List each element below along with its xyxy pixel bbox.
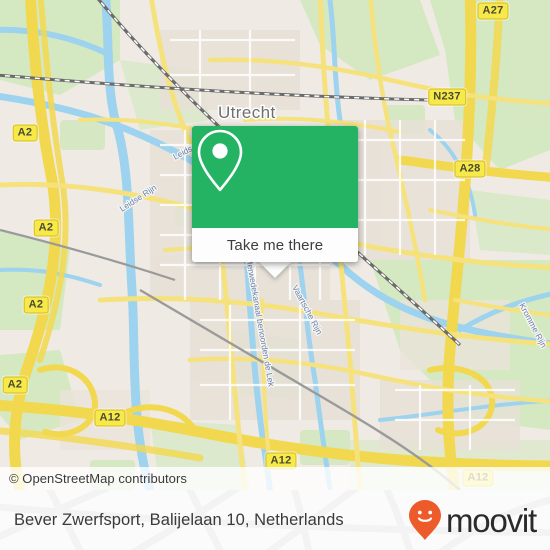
map-label-city: Utrecht bbox=[218, 103, 276, 122]
road-shield-a27: A27 bbox=[477, 2, 509, 20]
moovit-wordmark: moovit bbox=[446, 501, 537, 539]
road-shield-a28: A28 bbox=[454, 160, 486, 178]
road-shield-a2: A2 bbox=[33, 219, 59, 237]
moovit-map-screenshot: Utrecht Leidse Rijn Leidse Merwedekanaal… bbox=[0, 0, 550, 550]
map-canvas[interactable]: Utrecht Leidse Rijn Leidse Merwedekanaal… bbox=[0, 0, 550, 490]
map-pin-icon bbox=[197, 129, 243, 192]
osm-attribution-text: © OpenStreetMap contributors bbox=[9, 471, 187, 486]
road-shield-a12: A12 bbox=[94, 409, 126, 427]
moovit-smiley-pin-icon bbox=[409, 500, 441, 540]
road-shield-a2: A2 bbox=[12, 124, 38, 142]
popup-pointer bbox=[258, 261, 292, 278]
take-me-there-button[interactable]: Take me there bbox=[192, 228, 358, 262]
location-popup-card[interactable]: Take me there bbox=[192, 126, 358, 262]
take-me-there-label: Take me there bbox=[226, 236, 324, 254]
road-shield-n237: N237 bbox=[428, 88, 466, 106]
place-title: Bever Zwerfsport, Balijelaan 10, Netherl… bbox=[14, 510, 344, 529]
moovit-brand[interactable]: moovit bbox=[408, 490, 537, 550]
road-shield-a2: A2 bbox=[2, 376, 28, 394]
footer-bar: Bever Zwerfsport, Balijelaan 10, Netherl… bbox=[0, 490, 550, 550]
osm-attribution-bar: © OpenStreetMap contributors bbox=[0, 467, 550, 490]
popup-header bbox=[192, 126, 358, 228]
road-shield-a2: A2 bbox=[23, 296, 49, 314]
